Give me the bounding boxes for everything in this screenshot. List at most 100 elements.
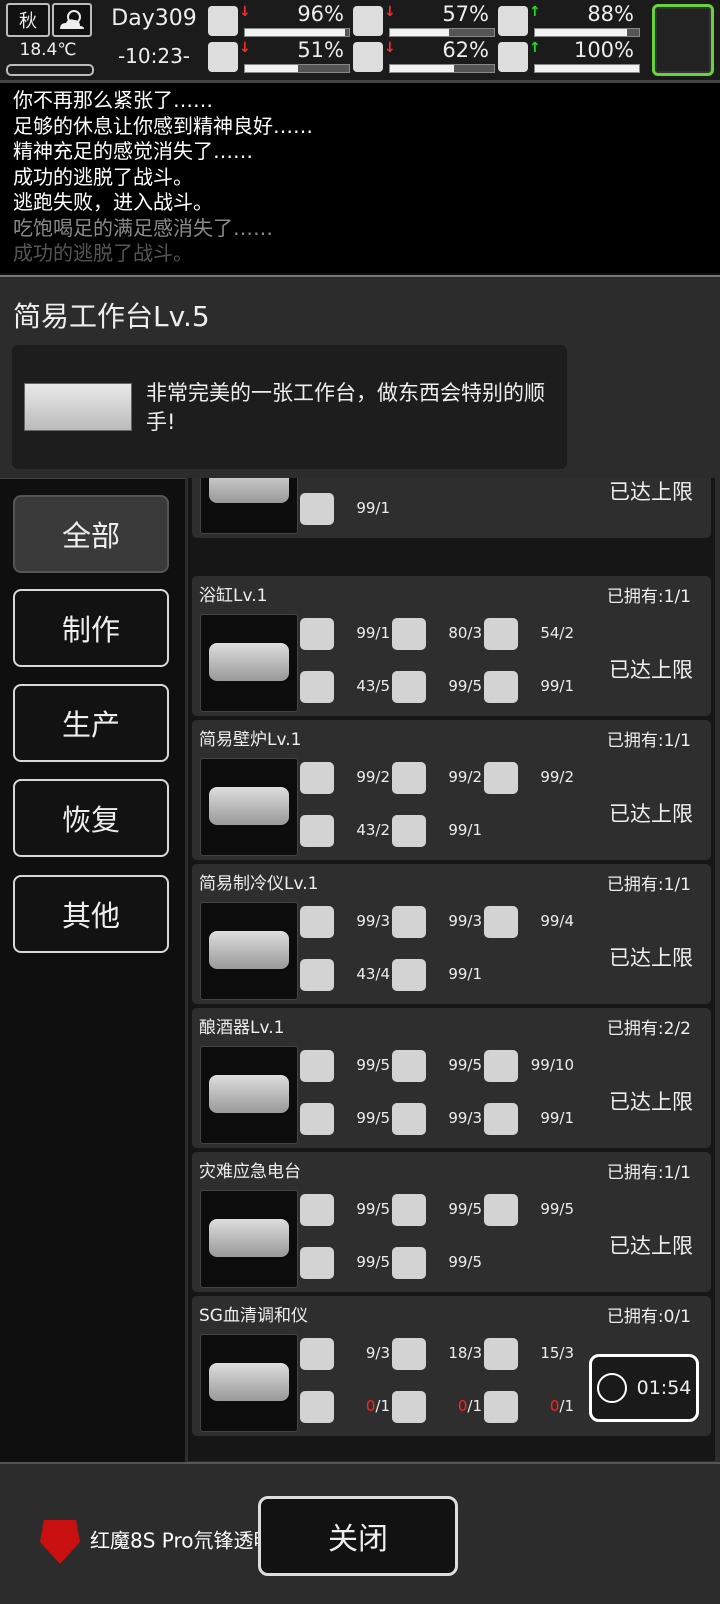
material-requirement: 0/1 bbox=[484, 1387, 576, 1427]
stat-bar-fill bbox=[390, 65, 455, 72]
material-requirement: 54/2 bbox=[484, 614, 576, 654]
material-quantity: 99/5 bbox=[540, 1200, 574, 1218]
material-requirement: 43/2 bbox=[300, 811, 392, 851]
owned-count: 已拥有:1/1 bbox=[606, 731, 691, 751]
weather-icon bbox=[52, 3, 92, 37]
material-quantity: 0/1 bbox=[549, 1397, 574, 1415]
owned-count: 已拥有:1/1 bbox=[606, 1163, 691, 1183]
material-requirement: 99/5 bbox=[392, 1190, 484, 1230]
material-requirement: 99/1 bbox=[392, 955, 484, 995]
equipment-slot[interactable] bbox=[652, 4, 714, 76]
tab-craft[interactable]: 制作 bbox=[13, 589, 169, 667]
temperature: 18.4℃ bbox=[19, 40, 77, 60]
material-quantity: 99/2 bbox=[448, 768, 482, 786]
stat-value: 62% bbox=[442, 38, 489, 62]
material-requirement: 99/3 bbox=[300, 902, 392, 942]
tab-other[interactable]: 其他 bbox=[13, 875, 169, 953]
coil-icon bbox=[392, 1247, 426, 1279]
recipe-card[interactable]: 简易制冷仪Lv.1 已拥有:1/1 99/3 99/3 99/4 43/4 99/1 已达上限 bbox=[192, 864, 711, 1004]
trend-down-icon: ↓ bbox=[239, 40, 251, 56]
close-button[interactable]: 关闭 bbox=[258, 1496, 458, 1576]
material-quantity: 99/3 bbox=[356, 912, 390, 930]
stomach-icon bbox=[353, 6, 383, 36]
owned-count: 已拥有:0/1 bbox=[606, 1307, 691, 1327]
material-quantity: 99/4 bbox=[540, 912, 574, 930]
material-quantity: 99/3 bbox=[448, 912, 482, 930]
season-label: 秋 bbox=[19, 11, 37, 32]
category-sidebar: 全部 制作 生产 恢复 其他 bbox=[0, 478, 185, 1462]
temperature-bar bbox=[6, 64, 94, 76]
material-requirement: 43/5 bbox=[300, 667, 392, 707]
material-requirement: 9/3 bbox=[300, 1334, 392, 1374]
material-quantity: 9/3 bbox=[365, 1344, 390, 1362]
owned-count: 已拥有:2/2 bbox=[606, 1019, 691, 1039]
jerrycan-icon bbox=[392, 815, 426, 847]
tab-restore[interactable]: 恢复 bbox=[13, 779, 169, 857]
material-requirement: 18/3 bbox=[392, 1334, 484, 1374]
stat-bar-fill bbox=[245, 65, 299, 72]
fur-icon bbox=[300, 959, 334, 991]
stat-value: 57% bbox=[442, 2, 489, 26]
recipe-card[interactable]: 酿酒器Lv.1 已拥有:2/2 99/5 99/5 99/10 99/5 99/3 99/1 已… bbox=[192, 1008, 711, 1148]
footer-bar: 红魔8S Pro氘锋透明版 关闭 bbox=[0, 1462, 720, 1604]
mesh-icon bbox=[392, 1050, 426, 1082]
tab-all[interactable]: 全部 bbox=[13, 495, 169, 573]
panel-title: 简易工作台Lv.5 bbox=[13, 300, 210, 333]
recipe-card[interactable]: 浴缸Lv.1 已拥有:1/1 99/1 80/3 54/2 43/5 99/5 99/1 已达上… bbox=[192, 576, 711, 716]
stat-hunger: ↓ 57% bbox=[353, 2, 495, 40]
recipe-thumbnail bbox=[200, 614, 298, 712]
log-line: 你不再那么紧张了…… bbox=[13, 88, 213, 112]
log-line: 成功的逃脱了战斗。 bbox=[13, 164, 193, 189]
recipe-card[interactable]: 99/299/199/299/1已达上限 bbox=[192, 478, 711, 538]
recipe-card[interactable]: 简易壁炉Lv.1 已拥有:1/1 99/2 99/2 99/2 43/2 99/1 已达上限 bbox=[192, 720, 711, 860]
jerrycan-icon bbox=[484, 671, 518, 703]
stat-value: 96% bbox=[297, 2, 344, 26]
material-quantity: 99/5 bbox=[448, 1200, 482, 1218]
medkit-icon bbox=[208, 6, 238, 36]
jerrycan-icon bbox=[392, 959, 426, 991]
material-requirement: 99/5 bbox=[484, 1190, 576, 1230]
material-requirement: 0/1 bbox=[392, 1387, 484, 1427]
recipe-list[interactable]: 99/299/199/299/1已达上限浴缸Lv.1已拥有:1/199/180/… bbox=[188, 478, 715, 1461]
material-requirement: 99/3 bbox=[392, 1099, 484, 1139]
owned-count: 已拥有:1/1 bbox=[606, 587, 691, 607]
brick-icon bbox=[392, 671, 426, 703]
material-quantity: 99/1 bbox=[540, 677, 574, 695]
material-quantity: 0/1 bbox=[365, 1397, 390, 1415]
brand-logo-icon bbox=[40, 1520, 80, 1564]
description-box: 非常完美的一张工作台，做东西会特别的顺手! bbox=[12, 345, 567, 469]
craft-timer-button[interactable]: 01:54 bbox=[589, 1354, 699, 1422]
circuit-board-icon bbox=[484, 1391, 518, 1423]
message-log[interactable]: 你不再那么紧张了…… 足够的休息让你感到精神良好…… 精神充足的感觉消失了…… 成功的… bbox=[0, 83, 720, 273]
log-icon bbox=[392, 762, 426, 794]
material-requirement: 99/1 bbox=[300, 489, 392, 529]
recipe-thumbnail bbox=[200, 1046, 298, 1144]
recipe-card[interactable]: SG血清调和仪 已拥有:0/1 9/3 18/3 15/3 0/1 0/1 0/1 01:54 bbox=[192, 1296, 711, 1436]
fur-icon bbox=[300, 815, 334, 847]
trend-down-icon: ↓ bbox=[239, 4, 251, 20]
tab-produce[interactable]: 生产 bbox=[13, 684, 169, 762]
knife-icon bbox=[300, 1103, 334, 1135]
recipe-card[interactable]: 灾难应急电台 已拥有:1/1 99/5 99/5 99/5 99/5 99/5 已达上限 bbox=[192, 1152, 711, 1292]
status-maxed: 已达上限 bbox=[609, 1090, 693, 1114]
status-maxed: 已达上限 bbox=[609, 946, 693, 970]
trend-down-icon: ↓ bbox=[384, 40, 396, 56]
material-quantity: 99/1 bbox=[356, 499, 390, 517]
yellow-chip-icon bbox=[392, 1338, 426, 1370]
stat-bar-fill bbox=[245, 29, 345, 36]
material-quantity: 80/3 bbox=[448, 624, 482, 642]
trend-down-icon: ↓ bbox=[384, 4, 396, 20]
material-requirement: 99/10 bbox=[484, 1046, 576, 1086]
material-quantity: 99/5 bbox=[448, 677, 482, 695]
brand-watermark: 红魔8S Pro氘锋透明版 bbox=[40, 1520, 294, 1564]
status-maxed: 已达上限 bbox=[609, 1234, 693, 1258]
material-quantity: 99/2 bbox=[356, 768, 390, 786]
material-requirement: 99/1 bbox=[392, 811, 484, 851]
recipe-thumbnail bbox=[200, 1190, 298, 1288]
material-quantity: 99/5 bbox=[356, 1056, 390, 1074]
workbench-image bbox=[24, 383, 132, 431]
yellow-rod-icon bbox=[484, 1338, 518, 1370]
material-quantity: 99/1 bbox=[356, 624, 390, 642]
cloth-icon bbox=[300, 1050, 334, 1082]
material-requirement: 99/5 bbox=[392, 1243, 484, 1283]
